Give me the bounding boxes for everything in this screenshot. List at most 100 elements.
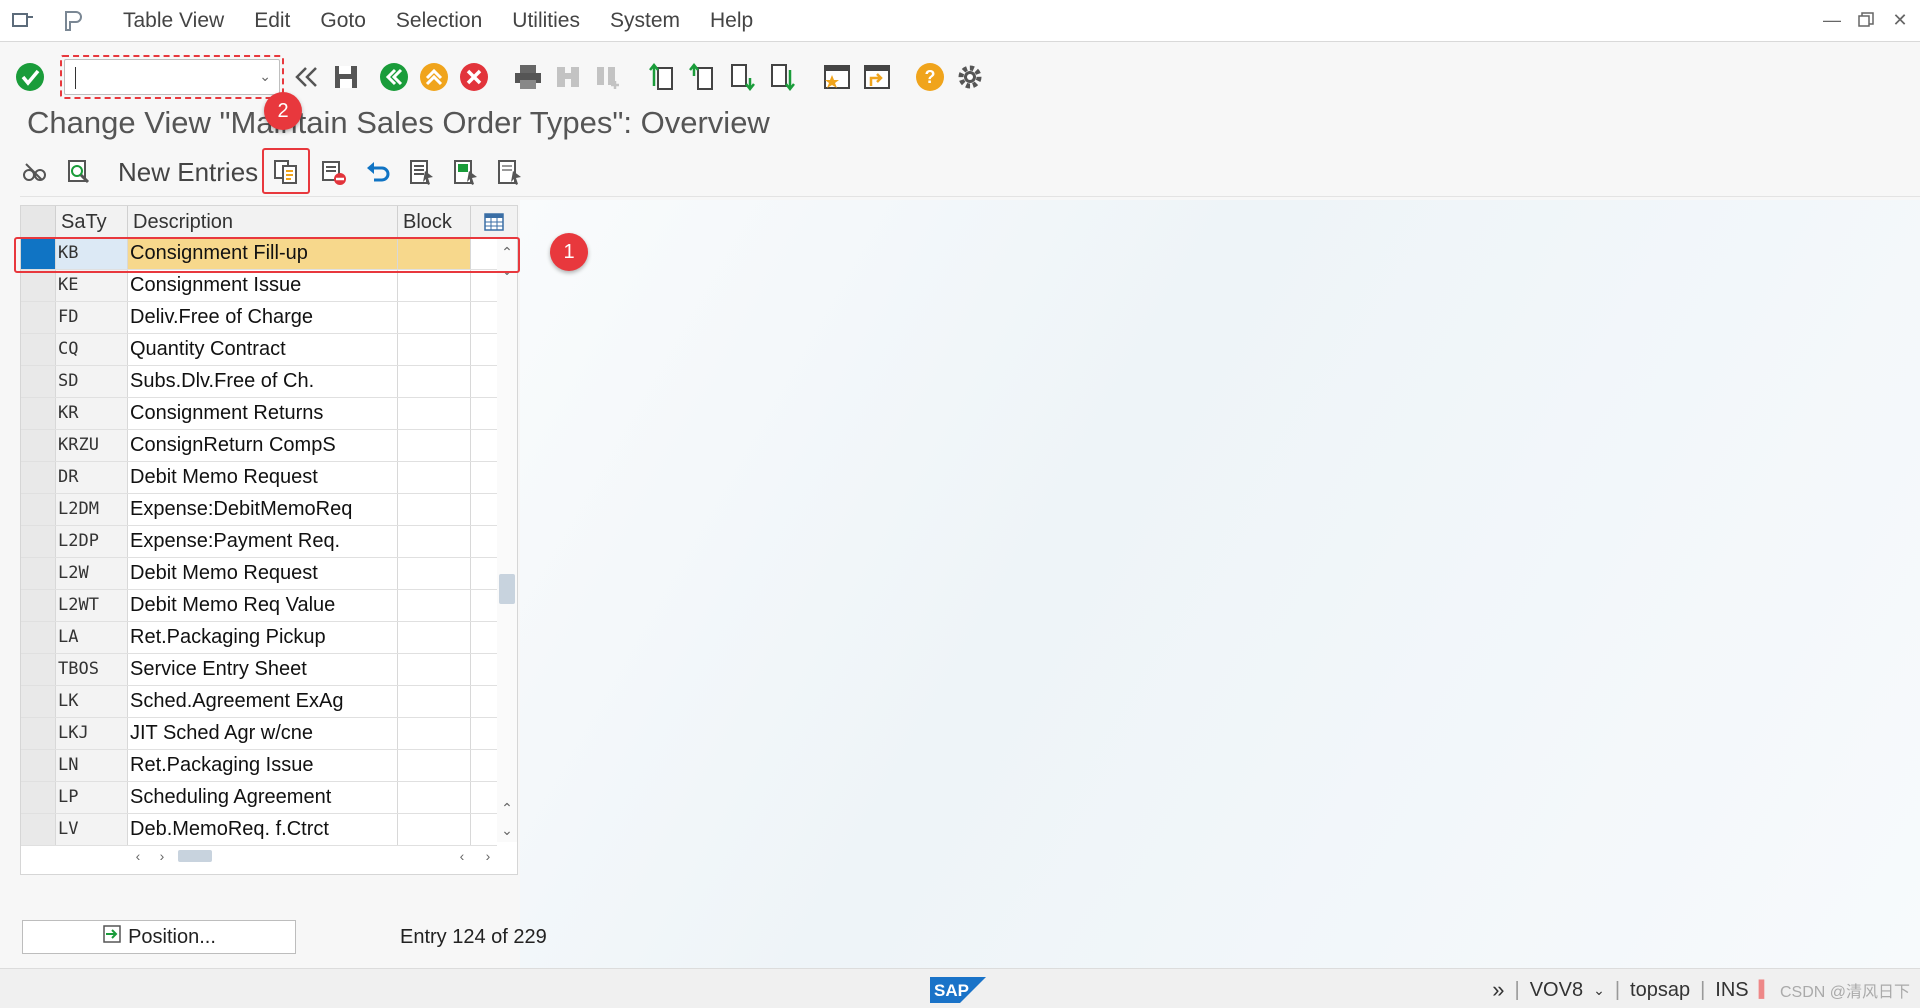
menu-table-view[interactable]: Table View <box>108 0 239 42</box>
scroll-left-icon[interactable]: ‹ <box>128 846 148 866</box>
first-page-icon[interactable] <box>644 57 680 97</box>
table-row[interactable]: LKJ JIT Sched Agr w/cne <box>21 718 497 750</box>
cell-saty[interactable]: LV <box>56 814 128 845</box>
table-row[interactable]: LK Sched.Agreement ExAg <box>21 686 497 718</box>
cell-saty[interactable]: L2DM <box>56 494 128 525</box>
scroll-right-small-icon[interactable]: › <box>152 846 172 866</box>
cell-saty[interactable]: KE <box>56 270 128 301</box>
cell-block[interactable] <box>398 814 471 845</box>
close-window-icon[interactable]: ✕ <box>1888 8 1912 32</box>
display-change-icon[interactable] <box>14 152 54 192</box>
position-button[interactable]: Position... <box>22 920 296 954</box>
page-up-icon[interactable]: ⌃ <box>497 798 517 818</box>
enter-button[interactable] <box>12 57 48 97</box>
deselect-all-icon[interactable] <box>490 152 530 192</box>
table-row[interactable]: KR Consignment Returns <box>21 398 497 430</box>
cell-saty[interactable]: LP <box>56 782 128 813</box>
row-selector[interactable] <box>21 430 56 461</box>
row-selector[interactable] <box>21 462 56 493</box>
cell-description[interactable]: Expense:Payment Req. <box>128 526 398 557</box>
cell-saty[interactable]: SD <box>56 366 128 397</box>
table-row[interactable]: DR Debit Memo Request <box>21 462 497 494</box>
row-selector[interactable] <box>21 750 56 781</box>
cell-description[interactable]: Expense:DebitMemoReq <box>128 494 398 525</box>
cell-saty[interactable]: TBOS <box>56 654 128 685</box>
row-selector[interactable] <box>21 526 56 557</box>
horizontal-scroll-thumb[interactable] <box>178 850 212 862</box>
scroll-right-icon[interactable]: › <box>478 846 498 866</box>
horizontal-scrollbar[interactable]: ‹ › ‹ › <box>128 846 508 866</box>
other-view-icon[interactable] <box>58 152 98 192</box>
previous-page-icon[interactable] <box>684 57 720 97</box>
cell-saty[interactable]: L2DP <box>56 526 128 557</box>
copy-as-icon[interactable] <box>262 148 311 194</box>
cell-block[interactable] <box>398 526 471 557</box>
select-all-column[interactable] <box>21 206 56 237</box>
cell-saty[interactable]: KRZU <box>56 430 128 461</box>
column-header-saty[interactable]: SaTy <box>56 206 128 237</box>
table-row[interactable]: LP Scheduling Agreement <box>21 782 497 814</box>
last-page-icon[interactable] <box>764 57 800 97</box>
cell-block[interactable] <box>398 270 471 301</box>
cell-description[interactable]: Subs.Dlv.Free of Ch. <box>128 366 398 397</box>
vertical-scroll-thumb[interactable] <box>499 574 515 604</box>
row-selector[interactable] <box>21 302 56 333</box>
row-selector[interactable] <box>21 494 56 525</box>
cell-block[interactable] <box>398 494 471 525</box>
help-icon[interactable]: ? <box>912 57 948 97</box>
save-icon[interactable] <box>328 57 364 97</box>
cell-saty[interactable]: LN <box>56 750 128 781</box>
cell-saty[interactable]: L2W <box>56 558 128 589</box>
cell-block[interactable] <box>398 590 471 621</box>
menu-utilities[interactable]: Utilities <box>497 0 595 42</box>
cell-saty[interactable]: L2WT <box>56 590 128 621</box>
page-left-icon[interactable]: ‹ <box>452 846 472 866</box>
row-selector[interactable] <box>21 782 56 813</box>
menu-selection[interactable]: Selection <box>381 0 497 42</box>
menu-system[interactable]: System <box>595 0 695 42</box>
cell-description[interactable]: Debit Memo Req Value <box>128 590 398 621</box>
cell-block[interactable] <box>398 686 471 717</box>
select-block-icon[interactable] <box>446 152 486 192</box>
cell-block[interactable] <box>398 750 471 781</box>
cell-description[interactable]: Ret.Packaging Issue <box>128 750 398 781</box>
exit-icon[interactable] <box>416 57 452 97</box>
cell-description[interactable]: Debit Memo Request <box>128 462 398 493</box>
table-row[interactable]: LN Ret.Packaging Issue <box>21 750 497 782</box>
new-entries-button[interactable]: New Entries <box>118 157 258 188</box>
scroll-down-icon[interactable]: ⌄ <box>497 820 517 840</box>
cell-block[interactable] <box>398 558 471 589</box>
cell-saty[interactable]: LK <box>56 686 128 717</box>
table-row[interactable]: TBOS Service Entry Sheet <box>21 654 497 686</box>
cell-block[interactable] <box>398 622 471 653</box>
undo-change-icon[interactable] <box>358 152 398 192</box>
cell-description[interactable]: JIT Sched Agr w/cne <box>128 718 398 749</box>
minimize-icon[interactable]: — <box>1820 8 1844 32</box>
chevron-down-icon[interactable]: ⌄ <box>1593 982 1605 999</box>
menu-toggle-icon[interactable] <box>8 6 38 36</box>
cell-block[interactable] <box>398 718 471 749</box>
cell-saty[interactable]: FD <box>56 302 128 333</box>
menu-edit[interactable]: Edit <box>239 0 305 42</box>
cell-block[interactable] <box>398 334 471 365</box>
table-row[interactable]: FD Deliv.Free of Charge <box>21 302 497 334</box>
cell-saty[interactable]: CQ <box>56 334 128 365</box>
table-row[interactable]: L2WT Debit Memo Req Value <box>21 590 497 622</box>
table-row[interactable]: L2DM Expense:DebitMemoReq <box>21 494 497 526</box>
row-selector[interactable] <box>21 334 56 365</box>
customize-icon[interactable] <box>58 6 88 36</box>
row-selector[interactable] <box>21 398 56 429</box>
cell-description[interactable]: Sched.Agreement ExAg <box>128 686 398 717</box>
table-row[interactable]: L2DP Expense:Payment Req. <box>21 526 497 558</box>
generate-shortcut-icon[interactable] <box>858 57 894 97</box>
cancel-icon[interactable] <box>456 57 492 97</box>
cell-description[interactable]: Deb.MemoReq. f.Ctrct <box>128 814 398 845</box>
table-row[interactable]: LV Deb.MemoReq. f.Ctrct <box>21 814 497 846</box>
cell-description[interactable]: Consignment Issue <box>128 270 398 301</box>
cell-block[interactable] <box>398 366 471 397</box>
row-selector[interactable] <box>21 654 56 685</box>
row-selector[interactable] <box>21 718 56 749</box>
column-header-block[interactable]: Block <box>398 206 471 237</box>
print-icon[interactable] <box>510 57 546 97</box>
back-icon[interactable] <box>376 57 412 97</box>
